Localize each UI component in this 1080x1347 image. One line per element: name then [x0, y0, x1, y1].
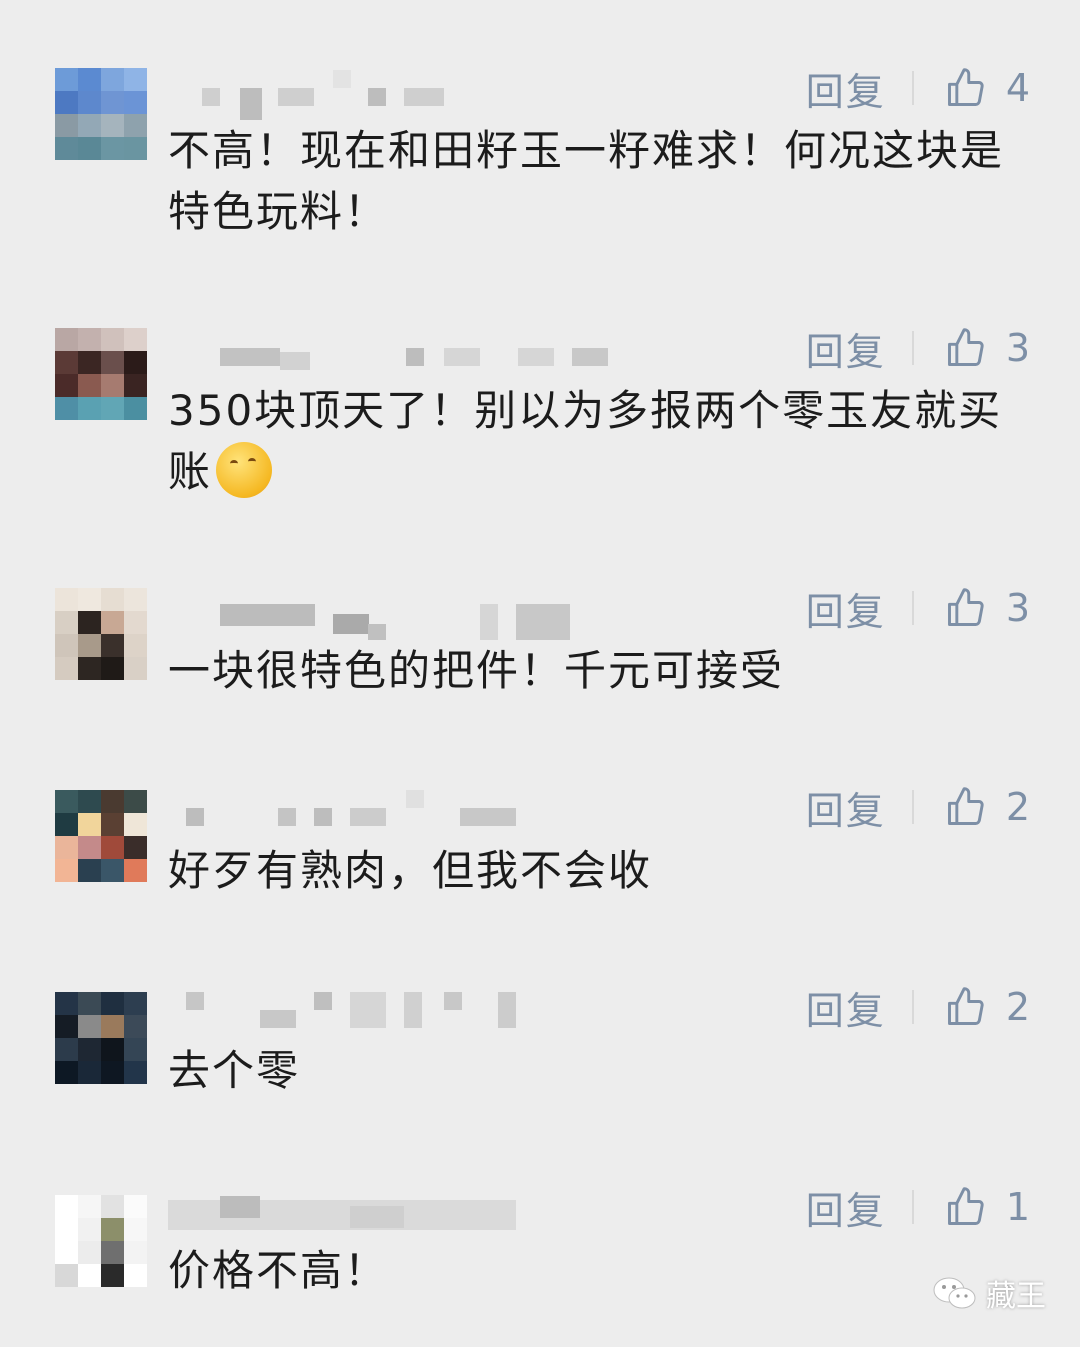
avatar[interactable]	[55, 588, 147, 680]
reply-button[interactable]: 回复	[806, 321, 886, 376]
comment-text: 350块顶天了！别以为多报两个零玉友就买账	[168, 380, 1028, 502]
like-count: 2	[1005, 985, 1030, 1029]
thumbs-up-icon	[947, 787, 984, 825]
comment-actions: 回复 2	[806, 780, 1030, 835]
divider	[911, 331, 914, 365]
comment-text: 去个零	[168, 1046, 301, 1095]
avatar[interactable]	[55, 1195, 147, 1287]
thumbs-up-icon	[947, 1187, 984, 1225]
like-button[interactable]: 3	[944, 586, 1030, 630]
divider	[911, 1190, 914, 1224]
comment-actions: 回复 1	[806, 1180, 1030, 1235]
thinking-face-icon	[216, 442, 273, 498]
avatar[interactable]	[55, 790, 147, 882]
comment-text: 好歹有熟肉，但我不会收	[168, 846, 653, 895]
comment-text: 价格不高！	[168, 1246, 389, 1295]
comment-actions: 回复 3	[806, 581, 1030, 636]
comment-text: 不高！现在和田籽玉一籽难求！何况这块是特色玩料！	[168, 126, 1005, 236]
comment-actions: 回复 3	[806, 321, 1030, 376]
like-button[interactable]: 3	[944, 326, 1030, 370]
reply-button[interactable]: 回复	[806, 780, 886, 835]
thumbs-up-icon	[947, 987, 984, 1025]
divider	[911, 990, 914, 1024]
like-count: 3	[1005, 326, 1030, 370]
avatar[interactable]	[55, 68, 147, 160]
like-button[interactable]: 1	[944, 1185, 1030, 1229]
reply-button[interactable]: 回复	[806, 61, 886, 116]
avatar[interactable]	[55, 992, 147, 1084]
like-count: 1	[1005, 1185, 1030, 1229]
comment-text-content: 350块顶天了！别以为多报两个零玉友就买账	[168, 386, 1003, 496]
avatar[interactable]	[55, 328, 147, 420]
like-count: 2	[1005, 785, 1030, 829]
reply-button[interactable]: 回复	[806, 1180, 886, 1235]
like-button[interactable]: 4	[944, 66, 1030, 110]
like-count: 4	[1005, 66, 1030, 110]
wechat-icon	[933, 1277, 976, 1309]
divider	[911, 71, 914, 105]
like-count: 3	[1005, 586, 1030, 630]
comment-text: 一块很特色的把件！千元可接受	[168, 646, 785, 695]
like-button[interactable]: 2	[944, 985, 1030, 1029]
comment-actions: 回复 4	[806, 61, 1030, 116]
like-button[interactable]: 2	[944, 785, 1030, 829]
reply-button[interactable]: 回复	[806, 980, 886, 1035]
thumbs-up-icon	[947, 328, 984, 366]
reply-button[interactable]: 回复	[806, 581, 886, 636]
thumbs-up-icon	[947, 68, 984, 106]
comment-actions: 回复 2	[806, 980, 1030, 1035]
watermark: 藏王	[932, 1271, 1046, 1315]
divider	[911, 591, 914, 625]
thumbs-up-icon	[947, 588, 984, 626]
watermark-text: 藏王	[986, 1279, 1046, 1314]
divider	[911, 790, 914, 824]
